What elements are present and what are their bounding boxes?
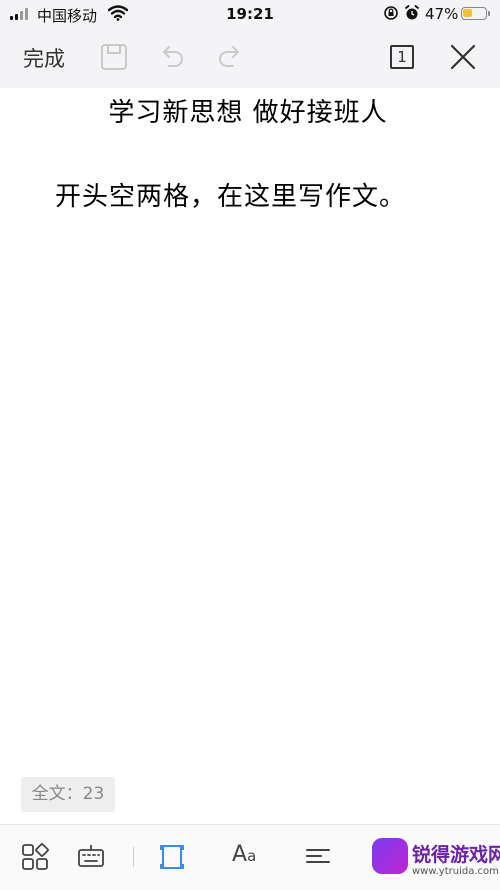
keyboard-icon[interactable] [77, 843, 105, 871]
status-bar: 中国移动 19:21 47% [0, 0, 500, 28]
watermark-logo-icon [372, 838, 408, 874]
save-icon[interactable] [99, 42, 129, 72]
editor-toolbar: 完成 1 [0, 28, 500, 88]
done-button[interactable]: 完成 [23, 43, 65, 73]
battery-percent: 47% [425, 5, 459, 23]
page-count-icon[interactable]: 1 [388, 42, 418, 72]
page-indicator: 1 [390, 45, 414, 69]
toolbar-divider [133, 847, 134, 867]
redo-icon[interactable] [215, 42, 245, 72]
close-icon[interactable] [448, 42, 478, 72]
site-watermark: 锐得游戏网 www.ytruida.com [372, 836, 500, 889]
font-label-small: a [247, 847, 257, 865]
rotation-lock-icon [384, 6, 398, 20]
document-title[interactable]: 学习新思想 做好接班人 [0, 92, 496, 129]
document-canvas[interactable]: 学习新思想 做好接班人 开头空两格，在这里写作文。 全文：23 [0, 88, 500, 824]
apps-grid-icon[interactable] [21, 843, 49, 871]
align-icon[interactable] [304, 843, 332, 871]
font-label-big: A [232, 842, 248, 867]
page-frame-icon[interactable] [158, 843, 186, 871]
watermark-url: www.ytruida.com [412, 866, 499, 877]
battery-icon [461, 7, 490, 20]
document-paragraph[interactable]: 开头空两格，在这里写作文。 [55, 176, 406, 213]
undo-icon[interactable] [157, 42, 187, 72]
word-count-badge: 全文：23 [21, 777, 115, 812]
alarm-icon [405, 5, 419, 20]
font-icon[interactable]: Aa [232, 842, 256, 867]
battery-level [463, 9, 472, 17]
watermark-name: 锐得游戏网 [412, 844, 500, 866]
